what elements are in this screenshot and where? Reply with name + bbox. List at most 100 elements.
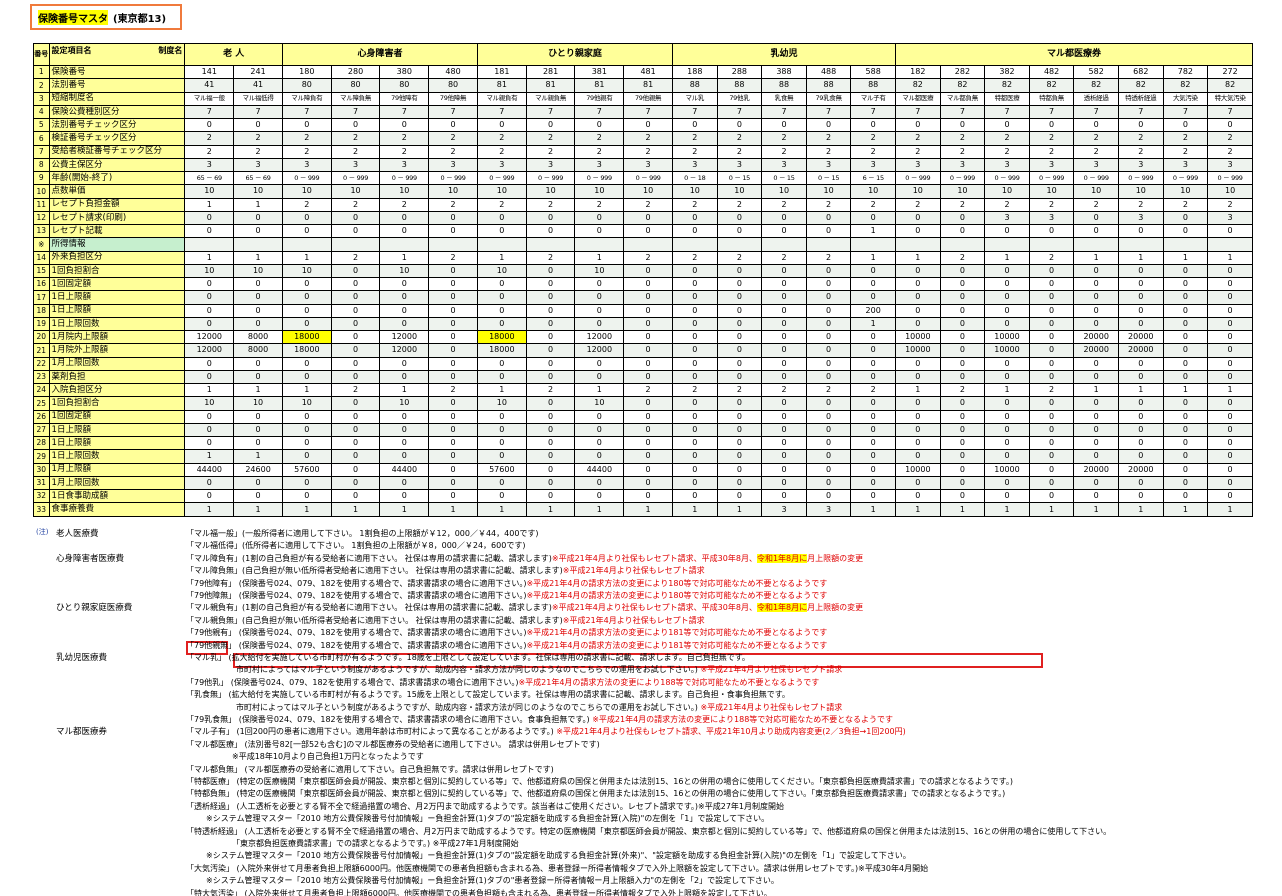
table-cell: 0 bbox=[1073, 223, 1119, 239]
row-label: 公費主保区分 bbox=[48, 157, 186, 173]
table-cell: 0 bbox=[1073, 369, 1119, 385]
table-cell bbox=[281, 237, 332, 252]
table-cell: 0 bbox=[233, 409, 283, 424]
table-cell: 0 bbox=[525, 422, 576, 438]
row-label: 1日上限額 bbox=[48, 290, 186, 305]
note-text: ※平成21年4月の請求方法の変更により180等で対応可能なため不要となるようです bbox=[526, 578, 828, 588]
table-cell: 2 bbox=[428, 131, 478, 146]
note-line: 「79他乳」 (保険番号024、079、182を使用する場合で、請求書請求の場合… bbox=[186, 677, 819, 689]
table-cell: 10 bbox=[281, 184, 332, 199]
table-cell: 82 bbox=[1162, 78, 1209, 93]
table-cell: 0 bbox=[672, 449, 718, 464]
table-cell: 281 bbox=[525, 64, 576, 80]
note-text: 「マル福低得」(低所得者に適用して下さい。 1割負担の上限額が￥8，000／￥2… bbox=[186, 541, 526, 551]
table-cell: 0 bbox=[850, 488, 897, 504]
table-cell: 0 bbox=[233, 303, 283, 318]
table-cell: 0 bbox=[672, 396, 718, 411]
note-text: ※平成21年4月より社保もレセプト請求、平成30年8月、 bbox=[551, 603, 757, 613]
table-cell: 3 bbox=[476, 157, 527, 173]
table-cell: 0 bbox=[623, 449, 673, 464]
table-cell: 2 bbox=[330, 382, 381, 398]
table-cell: 0 bbox=[476, 316, 527, 332]
table-cell: 0 － 999 bbox=[1162, 170, 1209, 186]
table-row: 19 1日上限回数 0 0 0 0 0 0 0 0 0 0 0 0 0 0 1 0 0 0 0 0 0 0 0 bbox=[33, 316, 1253, 332]
table-cell: 1 bbox=[184, 502, 235, 517]
table-cell: マル親負有 bbox=[476, 91, 527, 106]
note-text: ※平成30年4月開始 bbox=[858, 863, 929, 873]
table-cell: 0 bbox=[1117, 316, 1164, 332]
table-cell: 180 bbox=[281, 64, 332, 80]
table-cell: 10 bbox=[233, 184, 283, 199]
table-cell: 2 bbox=[428, 144, 478, 159]
table-cell: 0 bbox=[895, 223, 941, 239]
table-cell: 1 bbox=[281, 502, 332, 517]
table-cell: 41 bbox=[184, 78, 235, 93]
table-cell: 10 bbox=[574, 263, 625, 279]
table-cell: 0 bbox=[1117, 263, 1164, 279]
table-row: 30 1月上限額 44400 24600 57600 0 44400 0 57600 0 44400… bbox=[33, 462, 1253, 477]
table-cell: 0 － 999 bbox=[895, 170, 941, 186]
table-cell: 7 bbox=[939, 104, 986, 120]
table-cell: 3 bbox=[233, 157, 283, 173]
table-cell: 0 bbox=[761, 263, 807, 279]
table-cell: 0 bbox=[623, 409, 673, 424]
table-cell: 12000 bbox=[574, 343, 625, 358]
table-cell: 10 bbox=[330, 184, 381, 199]
note-text: 市町村によってはマル子という制度があるようですが、助成内容・請求方法が同じのよう… bbox=[236, 665, 698, 675]
table-cell bbox=[525, 237, 576, 252]
table-cell: 0 － 999 bbox=[476, 170, 527, 186]
table-cell: 7 bbox=[761, 104, 807, 120]
table-cell: 2 bbox=[1207, 197, 1253, 212]
table-cell bbox=[984, 237, 1030, 252]
table-cell: 81 bbox=[476, 78, 527, 93]
table-cell: 3 bbox=[184, 157, 235, 173]
table-cell: 0 bbox=[984, 449, 1030, 464]
table-cell: 2 bbox=[1117, 144, 1164, 159]
table-cell: 2 bbox=[1028, 250, 1075, 265]
row-label: 1月上限回数 bbox=[48, 356, 186, 371]
table-cell: 82 bbox=[1028, 78, 1075, 93]
table-cell: 2 bbox=[672, 382, 718, 398]
table-cell: マル福一般 bbox=[184, 91, 235, 106]
table-cell: 0 bbox=[805, 343, 852, 358]
table-cell: 0 bbox=[525, 343, 576, 358]
table-cell: 0 bbox=[1028, 449, 1075, 464]
table-cell: 0 bbox=[1073, 117, 1119, 133]
table-cell: 0 bbox=[574, 449, 625, 464]
table-cell: 0 bbox=[761, 303, 807, 318]
table-cell: 0 bbox=[428, 263, 478, 279]
table-cell: 0 bbox=[850, 290, 897, 305]
table-cell: 2 bbox=[233, 144, 283, 159]
table-cell: 0 － 18 bbox=[672, 170, 718, 186]
table-cell: 0 bbox=[525, 223, 576, 239]
table-cell: 0 bbox=[984, 488, 1030, 504]
table-cell: 10 bbox=[1073, 184, 1119, 199]
table-cell: 0 bbox=[623, 343, 673, 358]
note-text: 「マル親負無」(自己負担が無い低所得者受給者に適用下さい。 社保は専用の請求書に… bbox=[186, 615, 563, 625]
table-cell: 0 bbox=[184, 409, 235, 424]
table-cell: 0 bbox=[939, 422, 986, 438]
title-sub: (東京都13) bbox=[113, 13, 167, 25]
row-label: レセプト請求(印刷) bbox=[48, 210, 186, 226]
table-cell: 0 bbox=[330, 475, 381, 491]
row-number: 32 bbox=[33, 488, 50, 504]
table-cell: 1 bbox=[623, 502, 673, 517]
table-cell: 0 bbox=[984, 475, 1030, 491]
table-cell: 2 bbox=[379, 131, 430, 146]
note-text: 「マル子有」 (1回200円の患者に適用下さい。適用年齢は市町村によって異なるこ… bbox=[186, 727, 554, 737]
row-number: 30 bbox=[33, 462, 50, 477]
table-cell: 0 bbox=[525, 409, 576, 424]
table-cell: 2 bbox=[623, 250, 673, 265]
table-cell: 0 bbox=[379, 369, 430, 385]
table-cell: 0 bbox=[184, 369, 235, 385]
table-cell: 0 bbox=[233, 316, 283, 332]
table-cell: 0 bbox=[1028, 303, 1075, 318]
table-cell: 3 bbox=[984, 210, 1030, 226]
table-cell: 80 bbox=[379, 78, 430, 93]
table-cell: 0 bbox=[805, 409, 852, 424]
table-cell: 0 bbox=[939, 396, 986, 411]
table-cell: 0 bbox=[1207, 343, 1253, 358]
table-cell: 88 bbox=[761, 78, 807, 93]
row-label: 法別番号 bbox=[48, 78, 186, 93]
table-cell bbox=[1117, 237, 1164, 252]
